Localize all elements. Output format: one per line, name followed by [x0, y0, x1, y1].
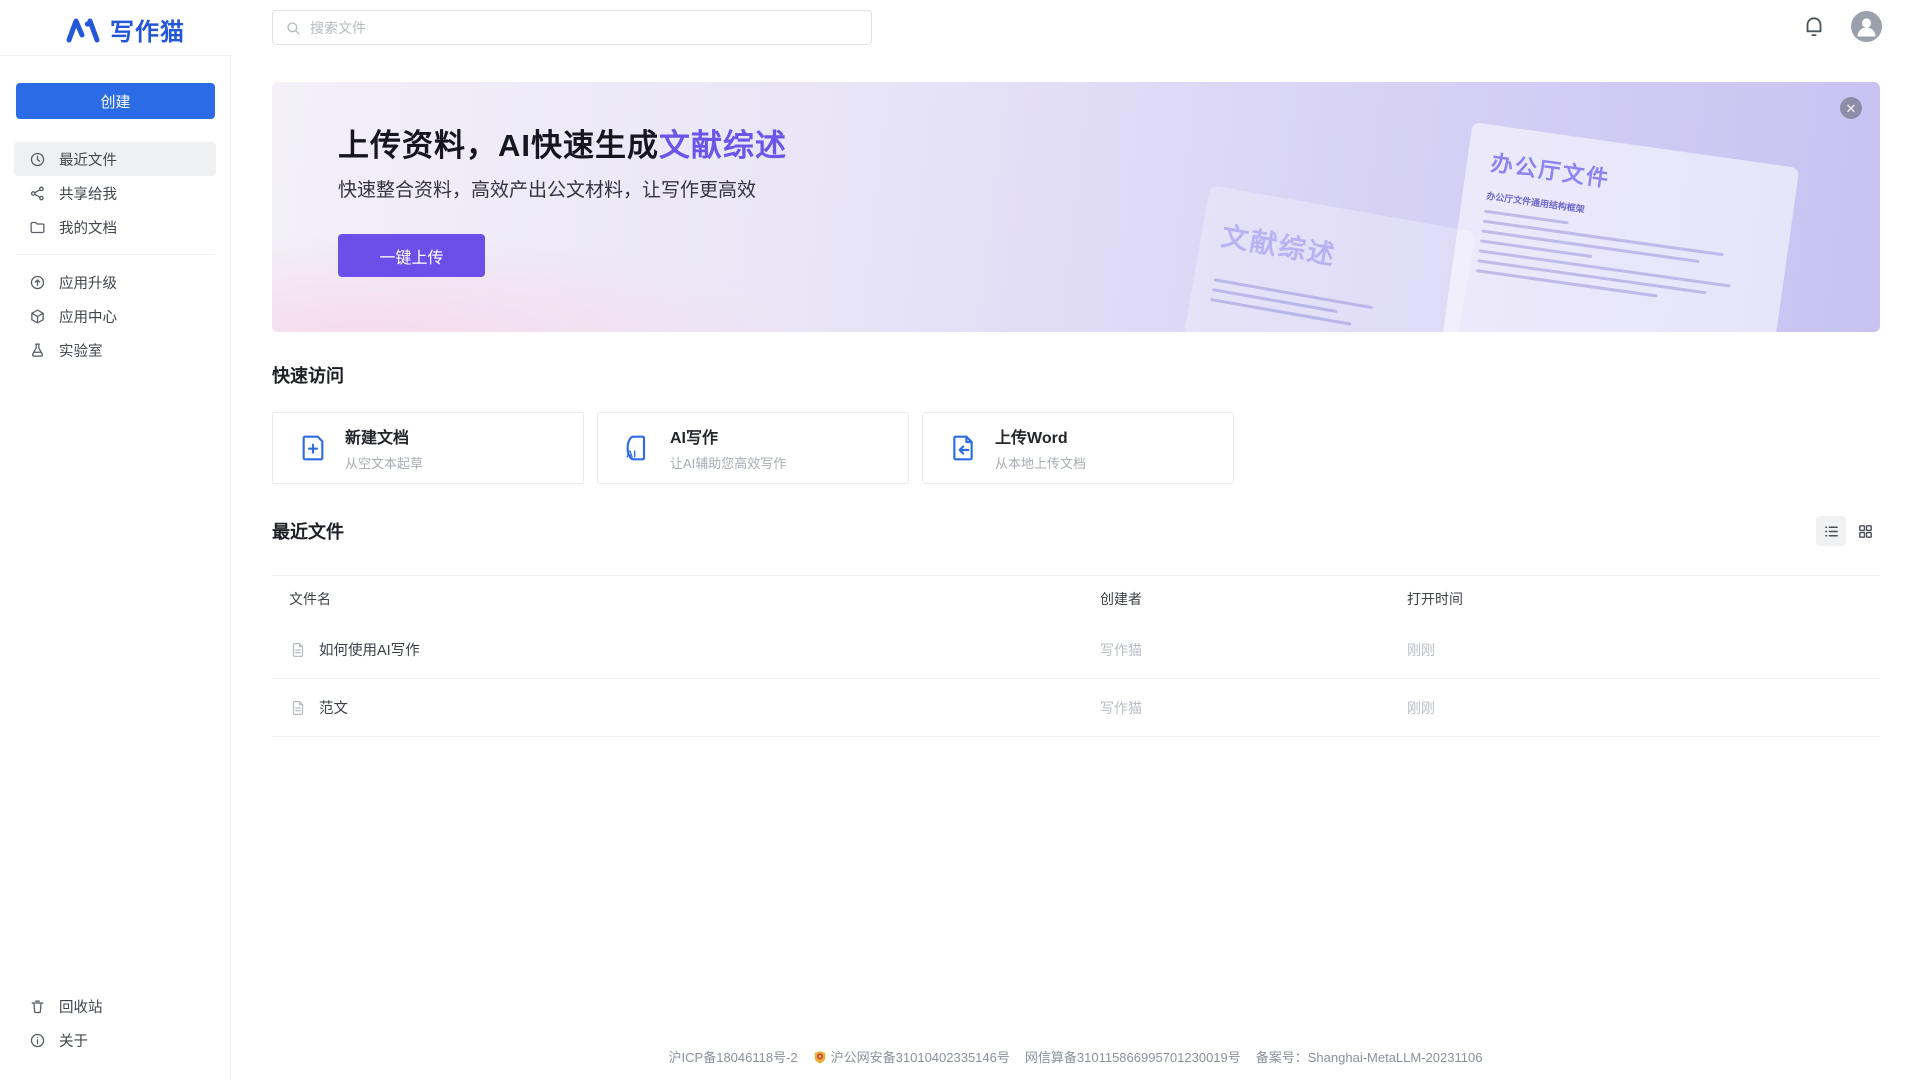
main-content: 文献综述 办公厅文件 办公厅文件通用结构框架 上传资料，AI快速生成文献综述 快… — [231, 55, 1920, 1080]
file-name: 范文 — [319, 697, 348, 718]
cube-icon — [29, 308, 46, 325]
doc-ai-icon: AI — [622, 432, 654, 464]
quick-access-cards: 新建文档 从空文本起草 AI AI写作 让AI辅助您高效写作 上传Word — [272, 412, 1880, 484]
sidebar-item-label: 实验室 — [59, 340, 103, 361]
file-icon — [289, 699, 307, 717]
footer-wangxin: 网信算备310115866995701230019号 — [1025, 1047, 1241, 1066]
sidebar-bottom-nav: 回收站 关于 — [0, 989, 230, 1057]
file-open-time: 刚刚 — [1407, 698, 1880, 718]
recent-files-header: 最近文件 — [272, 516, 1880, 546]
file-open-time: 刚刚 — [1407, 640, 1880, 660]
notification-bell-icon[interactable] — [1801, 14, 1827, 40]
column-header-open-time: 打开时间 — [1407, 589, 1880, 609]
footer-icp: 沪ICP备18046118号-2 — [669, 1047, 798, 1066]
card-ai-writing[interactable]: AI AI写作 让AI辅助您高效写作 — [597, 412, 909, 484]
sidebar-item-about[interactable]: 关于 — [14, 1023, 216, 1057]
footer-beian: 备案号：Shanghai-MetaLLM-20231106 — [1256, 1047, 1483, 1066]
table-row[interactable]: 如何使用AI写作 写作猫 刚刚 — [272, 621, 1880, 679]
card-title: 新建文档 — [345, 424, 423, 448]
app-logo[interactable]: 写作猫 — [66, 12, 185, 47]
svg-text:AI: AI — [626, 449, 636, 460]
sidebar-item-label: 我的文档 — [59, 217, 117, 238]
card-title: 上传Word — [995, 424, 1086, 448]
grid-view-icon — [1857, 523, 1874, 540]
table-header-row: 文件名 创建者 打开时间 — [272, 576, 1880, 621]
file-name: 如何使用AI写作 — [319, 639, 420, 660]
banner-preview-doc-front: 办公厅文件 办公厅文件通用结构框架 — [1441, 122, 1800, 332]
clock-icon — [29, 151, 46, 168]
doc-plus-icon — [297, 432, 329, 464]
search-icon — [285, 20, 301, 36]
quick-access-title: 快速访问 — [272, 362, 1880, 388]
sidebar-item-label: 应用升级 — [59, 272, 117, 293]
list-view-icon — [1823, 523, 1840, 540]
sidebar-nav: 最近文件 共享给我 我的文档 应用升级 应用中心 — [0, 142, 230, 367]
preview-back-title: 文献综述 — [1219, 214, 1452, 292]
footer-psb: 沪公网安备31010402335146号 — [831, 1047, 1010, 1066]
sidebar-item-recycle-bin[interactable]: 回收站 — [14, 989, 216, 1023]
logo-mark-icon — [66, 17, 100, 43]
list-view-toggle[interactable] — [1816, 516, 1846, 546]
user-icon — [1851, 11, 1882, 42]
sidebar-item-app-center[interactable]: 应用中心 — [14, 299, 216, 333]
trash-icon — [29, 998, 46, 1015]
flask-icon — [29, 342, 46, 359]
card-title: AI写作 — [670, 424, 786, 448]
one-click-upload-button[interactable]: 一键上传 — [338, 234, 485, 277]
sidebar-divider — [16, 254, 214, 255]
sidebar-item-label: 回收站 — [59, 996, 103, 1017]
sidebar: 创建 最近文件 共享给我 我的文档 应用升级 — [0, 55, 231, 1080]
footer-psb-item: 沪公网安备31010402335146号 — [813, 1047, 1010, 1066]
banner-title-highlight: 文献综述 — [659, 128, 787, 163]
sidebar-item-label: 共享给我 — [59, 183, 117, 204]
folder-icon — [29, 219, 46, 236]
recent-files-title: 最近文件 — [272, 518, 344, 544]
topbar: 写作猫 — [0, 0, 1920, 55]
grid-view-toggle[interactable] — [1850, 516, 1880, 546]
file-creator: 写作猫 — [1100, 640, 1407, 660]
share-icon — [29, 185, 46, 202]
card-subtitle: 从本地上传文档 — [995, 453, 1086, 472]
sidebar-item-label: 关于 — [59, 1030, 88, 1051]
info-icon — [29, 1032, 46, 1049]
banner-title-prefix: 上传资料，AI快速生成 — [338, 128, 659, 163]
search-box[interactable] — [272, 10, 872, 45]
arrow-up-circle-icon — [29, 274, 46, 291]
column-header-filename: 文件名 — [272, 589, 1100, 609]
card-subtitle: 从空文本起草 — [345, 453, 423, 472]
card-subtitle: 让AI辅助您高效写作 — [670, 453, 786, 472]
sidebar-item-label: 最近文件 — [59, 149, 117, 170]
column-header-creator: 创建者 — [1100, 589, 1407, 609]
search-input[interactable] — [310, 20, 859, 36]
sidebar-item-label: 应用中心 — [59, 306, 117, 327]
police-badge-icon — [813, 1050, 827, 1064]
logo-text: 写作猫 — [110, 12, 185, 47]
card-new-document[interactable]: 新建文档 从空文本起草 — [272, 412, 584, 484]
banner-preview-doc-back: 文献综述 — [1174, 185, 1476, 332]
banner-title: 上传资料，AI快速生成文献综述 — [338, 120, 787, 165]
table-row[interactable]: 范文 写作猫 刚刚 — [272, 679, 1880, 737]
promo-banner: 文献综述 办公厅文件 办公厅文件通用结构框架 上传资料，AI快速生成文献综述 快… — [272, 82, 1880, 332]
file-creator: 写作猫 — [1100, 698, 1407, 718]
footer: 沪ICP备18046118号-2 沪公网安备31010402335146号 网信… — [231, 1047, 1920, 1066]
file-icon — [289, 641, 307, 659]
sidebar-item-lab[interactable]: 实验室 — [14, 333, 216, 367]
banner-subtitle: 快速整合资料，高效产出公文材料，让写作更高效 — [338, 175, 756, 202]
card-upload-word[interactable]: 上传Word 从本地上传文档 — [922, 412, 1234, 484]
sidebar-item-my-documents[interactable]: 我的文档 — [14, 210, 216, 244]
sidebar-item-recent-files[interactable]: 最近文件 — [14, 142, 216, 176]
sidebar-item-app-upgrade[interactable]: 应用升级 — [14, 265, 216, 299]
banner-close-icon[interactable]: ✕ — [1840, 97, 1862, 119]
view-toggles — [1816, 516, 1880, 546]
doc-import-icon — [947, 432, 979, 464]
recent-files-table: 文件名 创建者 打开时间 如何使用AI写作 写作猫 刚刚 范文 — [272, 575, 1880, 737]
user-avatar[interactable] — [1851, 11, 1882, 42]
create-button[interactable]: 创建 — [16, 83, 215, 119]
sidebar-item-shared-with-me[interactable]: 共享给我 — [14, 176, 216, 210]
